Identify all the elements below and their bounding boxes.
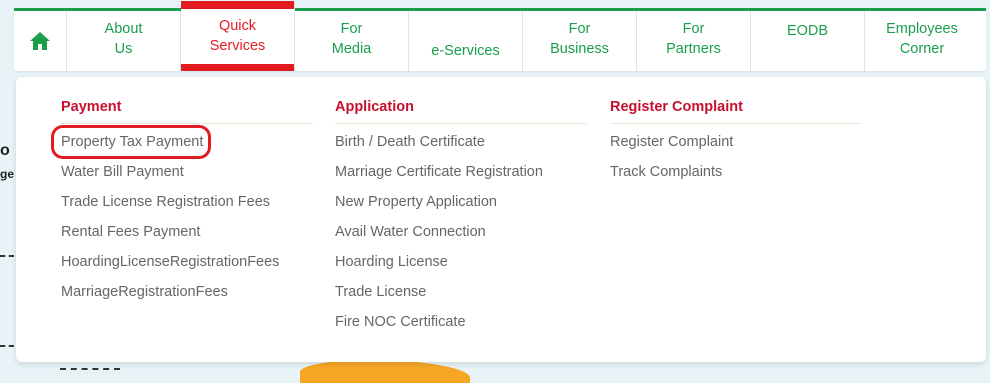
link-property-tax-payment[interactable]: Property Tax Payment — [50, 125, 313, 159]
register-complaint-heading: Register Complaint — [610, 99, 862, 124]
link-trade-license-fees[interactable]: Trade License Registration Fees — [61, 189, 313, 219]
highlight-circle: Property Tax Payment — [50, 125, 212, 159]
quick-services-dropdown: Payment Property Tax Payment Water Bill … — [16, 77, 986, 362]
background-dashed-line — [0, 345, 14, 347]
link-water-bill-payment[interactable]: Water Bill Payment — [61, 159, 313, 189]
nav-for-partners[interactable]: For Partners — [637, 11, 751, 71]
application-heading: Application — [335, 99, 587, 124]
background-dashed-line — [0, 255, 14, 257]
payment-heading: Payment — [61, 99, 313, 124]
link-avail-water-connection[interactable]: Avail Water Connection — [335, 219, 587, 249]
nav-eodb[interactable]: EODB — [751, 11, 865, 71]
link-marriage-certificate[interactable]: Marriage Certificate Registration — [335, 159, 587, 189]
home-icon — [30, 32, 50, 50]
link-register-complaint[interactable]: Register Complaint — [610, 129, 862, 159]
link-marriage-registration-fees[interactable]: MarriageRegistrationFees — [61, 279, 313, 309]
nav-quick-services[interactable]: Quick Services — [181, 1, 295, 71]
register-complaint-column: Register Complaint Register Complaint Tr… — [610, 99, 862, 189]
main-nav-bar: About Us Quick Services For Media e-Serv… — [14, 1, 986, 71]
link-fire-noc-certificate[interactable]: Fire NOC Certificate — [335, 309, 587, 339]
background-dashed-line — [60, 368, 120, 370]
application-column: Application Birth / Death Certificate Ma… — [335, 99, 587, 339]
link-track-complaints[interactable]: Track Complaints — [610, 159, 862, 189]
background-partial-text: o — [0, 142, 10, 159]
nav-employees-corner[interactable]: Employees Corner — [865, 11, 979, 71]
link-hoarding-license[interactable]: Hoarding License — [335, 249, 587, 279]
link-new-property-application[interactable]: New Property Application — [335, 189, 587, 219]
background-partial-text: ge — [0, 167, 15, 181]
link-hoarding-license-fees[interactable]: HoardingLicenseRegistrationFees — [61, 249, 313, 279]
nav-for-media[interactable]: For Media — [295, 11, 409, 71]
nav-e-services[interactable]: e-Services — [409, 11, 523, 71]
link-rental-fees-payment[interactable]: Rental Fees Payment — [61, 219, 313, 249]
payment-column: Payment Property Tax Payment Water Bill … — [50, 99, 313, 309]
nav-home[interactable] — [14, 11, 67, 71]
nav-about-us[interactable]: About Us — [67, 11, 181, 71]
background-shape — [300, 360, 470, 383]
nav-for-business[interactable]: For Business — [523, 11, 637, 71]
link-trade-license[interactable]: Trade License — [335, 279, 587, 309]
link-birth-death-certificate[interactable]: Birth / Death Certificate — [335, 129, 587, 159]
